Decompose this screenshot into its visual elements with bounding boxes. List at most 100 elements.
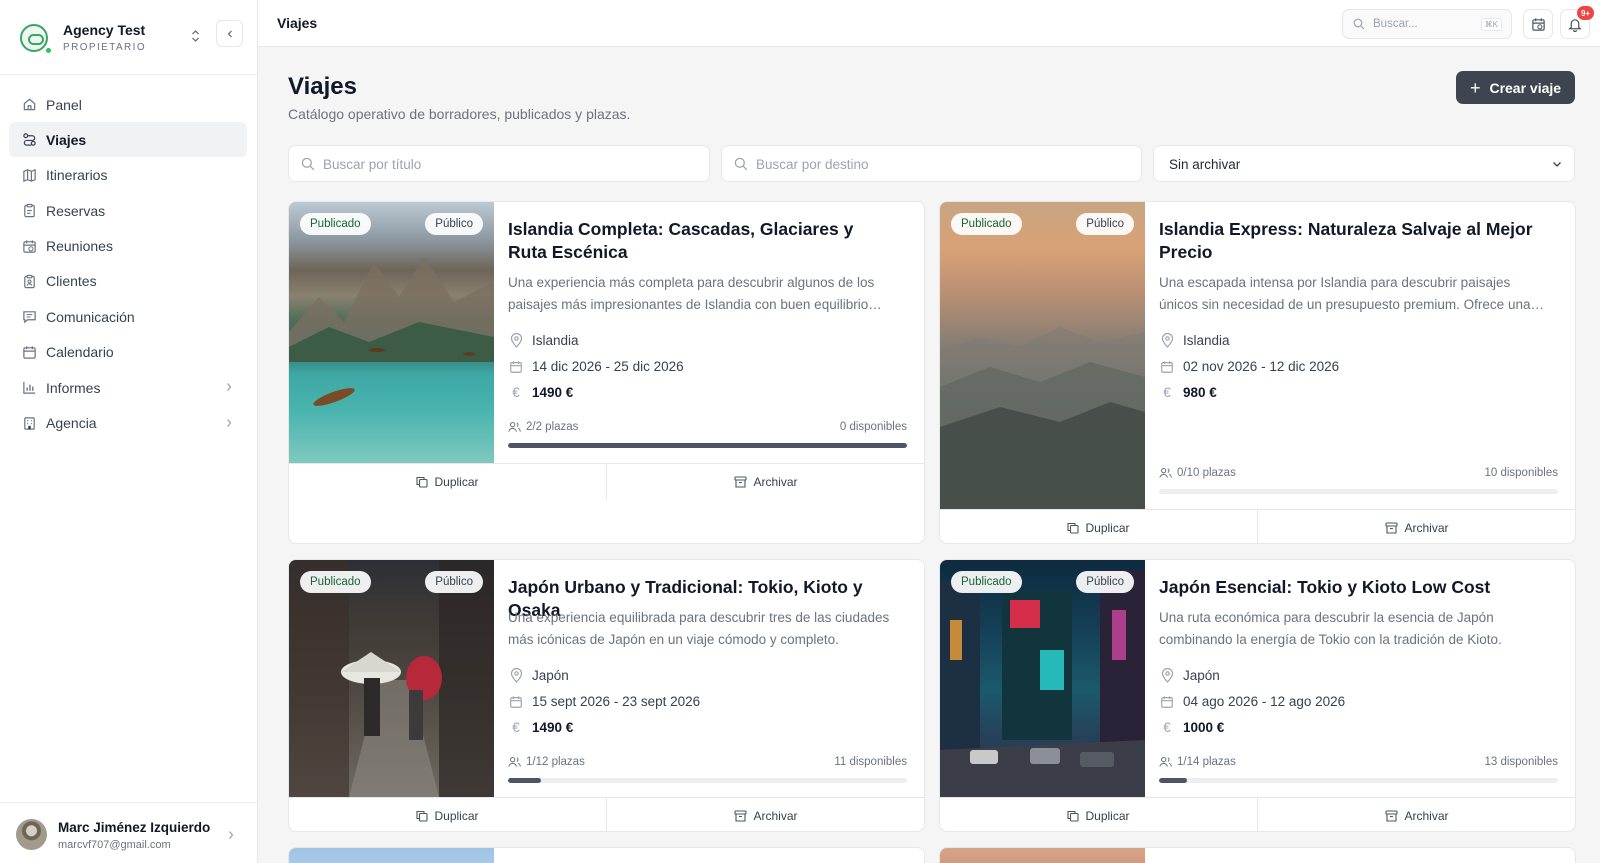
archive-button[interactable]: Archivar xyxy=(607,798,924,831)
visibility-badge: Público xyxy=(1076,213,1134,235)
trip-dates: 14 dic 2026 - 25 dic 2026 xyxy=(508,359,684,374)
agency-switcher[interactable]: Agency Test PROPIETARIO xyxy=(0,0,257,75)
trip-destination-text: Islandia xyxy=(532,333,579,348)
kyoto-street-illustration xyxy=(289,560,494,797)
collapse-sidebar-button[interactable] xyxy=(216,20,243,47)
notifications-button[interactable]: 9+ xyxy=(1560,6,1594,39)
avatar xyxy=(16,819,47,850)
archive-label: Archivar xyxy=(1404,808,1449,823)
trip-destination: Islandia xyxy=(508,333,579,348)
trip-image: Publicado Público xyxy=(289,202,494,463)
trip-card[interactable]: Publicado Público Japón Urbano y Tradici… xyxy=(288,559,925,832)
agency-name: Agency Test xyxy=(63,22,146,38)
archive-filter-value: Sin archivar xyxy=(1169,157,1241,172)
building-icon xyxy=(21,415,37,431)
archive-button[interactable]: Archivar xyxy=(1258,510,1575,543)
global-search-input[interactable]: Buscar... ⌘K xyxy=(1342,9,1512,39)
trip-dates-text: 14 dic 2026 - 25 dic 2026 xyxy=(532,359,684,374)
trip-title[interactable]: Islandia Completa: Cascadas, Glaciares y… xyxy=(508,218,893,264)
duplicate-button[interactable]: Duplicar xyxy=(289,798,607,831)
sidebar-item-informes[interactable]: Informes xyxy=(9,370,247,405)
trip-card[interactable]: Publicado Público Islandia Completa: Cas… xyxy=(288,201,925,544)
trip-dates: 04 ago 2026 - 12 ago 2026 xyxy=(1159,694,1345,709)
chevron-right-icon xyxy=(229,831,234,839)
calendar-icon xyxy=(1159,695,1175,709)
trip-title[interactable]: Islandia Express: Naturaleza Salvaje al … xyxy=(1159,218,1544,264)
sidebar-item-label: Calendario xyxy=(46,344,114,361)
sidebar-item-label: Comunicación xyxy=(46,308,135,325)
create-trip-button[interactable]: + Crear viaje xyxy=(1456,71,1575,104)
sidebar-item-label: Informes xyxy=(46,379,101,396)
trip-card[interactable]: Publicado Público Japón Esencial: Tokio … xyxy=(939,559,1576,832)
trip-actions: Duplicar Archivar xyxy=(940,797,1575,831)
calendar-icon xyxy=(508,695,524,709)
sidebar-item-calendario[interactable]: Calendario xyxy=(9,335,247,370)
sidebar-item-label: Panel xyxy=(46,96,82,113)
user-menu[interactable]: Marc Jiménez Izquierdo marcvf707@gmail.c… xyxy=(0,802,257,863)
trip-price: € 1000 € xyxy=(1159,720,1224,735)
trip-card[interactable]: Publicado Público Islandia Express: Natu… xyxy=(939,201,1576,544)
trip-title[interactable]: Japón Esencial: Tokio y Kioto Low Cost xyxy=(1159,576,1544,599)
seats-progress-bar xyxy=(1159,778,1558,783)
duplicate-label: Duplicar xyxy=(434,808,479,823)
search-placeholder: Buscar... xyxy=(1373,18,1418,30)
route-icon xyxy=(21,132,37,148)
title-search-placeholder: Buscar por título xyxy=(323,157,422,172)
archive-button[interactable]: Archivar xyxy=(607,464,924,499)
users-icon xyxy=(508,422,521,432)
map-icon xyxy=(21,167,37,183)
destination-search-placeholder: Buscar por destino xyxy=(756,157,869,172)
chevrons-up-down-icon[interactable] xyxy=(191,29,200,45)
breadcrumb: Viajes xyxy=(277,15,318,31)
archive-label: Archivar xyxy=(753,808,798,823)
sidebar-item-itinerarios[interactable]: Itinerarios xyxy=(9,158,247,193)
trip-destination: Japón xyxy=(1159,668,1220,683)
trip-card[interactable] xyxy=(288,847,925,863)
trip-image xyxy=(940,848,1145,863)
trip-card[interactable] xyxy=(939,847,1576,863)
sidebar-item-agencia[interactable]: Agencia xyxy=(9,406,247,441)
sidebar-item-reservas[interactable]: Reservas xyxy=(9,193,247,228)
trip-dates-text: 02 nov 2026 - 12 dic 2026 xyxy=(1183,359,1340,374)
sidebar-item-label: Agencia xyxy=(46,415,97,432)
trip-price-text: 980 € xyxy=(1183,385,1217,400)
clipboard-icon xyxy=(21,203,37,219)
available-text: 13 disponibles xyxy=(1484,756,1558,768)
sidebar-item-panel[interactable]: Panel xyxy=(9,87,247,122)
archive-icon xyxy=(1385,521,1399,534)
trip-dates-text: 15 sept 2026 - 23 sept 2026 xyxy=(532,694,701,709)
user-name: Marc Jiménez Izquierdo xyxy=(58,820,211,835)
seats-text: 1/12 plazas xyxy=(526,756,585,768)
agency-logo xyxy=(20,24,48,52)
duplicate-button[interactable]: Duplicar xyxy=(940,510,1258,543)
online-status-dot xyxy=(45,47,52,54)
calendar-clock-icon xyxy=(21,238,37,254)
map-pin-icon xyxy=(1159,333,1175,348)
destination-search-input[interactable]: Buscar por destino xyxy=(721,145,1142,182)
archive-label: Archivar xyxy=(1404,520,1449,535)
trip-dates-text: 04 ago 2026 - 12 ago 2026 xyxy=(1183,694,1346,709)
seats-progress-bar xyxy=(1159,489,1558,494)
title-search-input[interactable]: Buscar por título xyxy=(288,145,710,182)
duplicate-button[interactable]: Duplicar xyxy=(940,798,1258,831)
duplicate-button[interactable]: Duplicar xyxy=(289,464,607,499)
sidebar-item-viajes[interactable]: Viajes xyxy=(9,122,247,158)
plus-icon: + xyxy=(1469,77,1481,98)
trip-price: € 1490 € xyxy=(508,385,573,400)
calendar-button[interactable] xyxy=(1523,9,1553,39)
archive-button[interactable]: Archivar xyxy=(1258,798,1575,831)
trip-price-text: 1490 € xyxy=(532,385,574,400)
visibility-badge: Público xyxy=(1076,571,1134,593)
status-badge: Publicado xyxy=(951,213,1022,235)
sidebar-item-comunicacion[interactable]: Comunicación xyxy=(9,299,247,334)
sidebar-item-reuniones[interactable]: Reuniones xyxy=(9,229,247,264)
shibuya-night-illustration xyxy=(940,570,1145,797)
sidebar-item-clientes[interactable]: Clientes xyxy=(9,264,247,299)
create-trip-label: Crear viaje xyxy=(1489,79,1562,96)
archive-filter-select[interactable]: Sin archivar xyxy=(1153,145,1575,182)
trip-price: € 980 € xyxy=(1159,385,1217,400)
trip-dates: 02 nov 2026 - 12 dic 2026 xyxy=(1159,359,1339,374)
trip-description: Una experiencia equilibrada para descubr… xyxy=(508,610,890,647)
map-pin-icon xyxy=(508,668,524,683)
trip-description: Una escapada intensa por Islandia para d… xyxy=(1159,275,1544,312)
